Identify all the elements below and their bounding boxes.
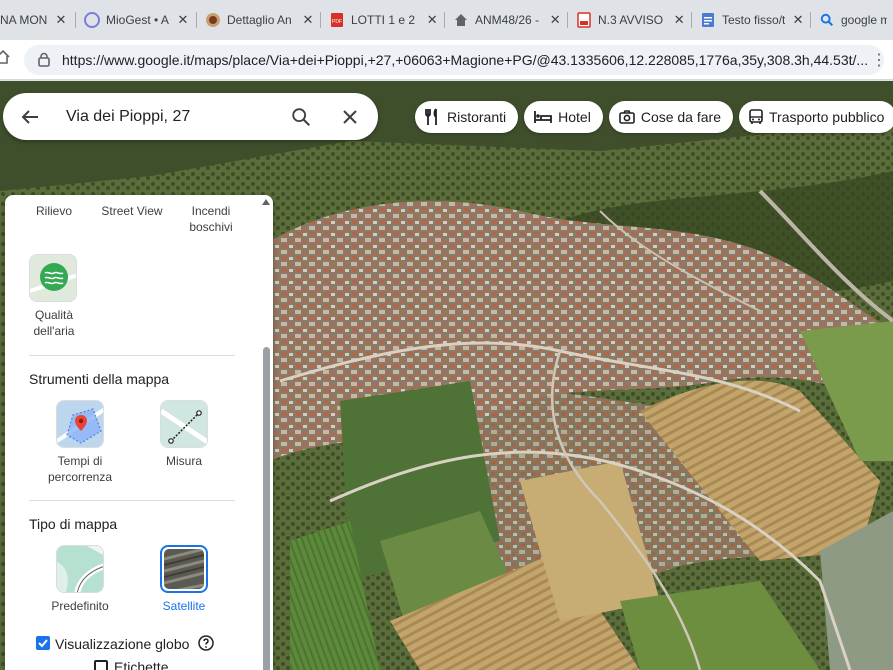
url-field[interactable]: https://www.google.it/maps/place/Via+dei… bbox=[24, 44, 884, 75]
search-input[interactable]: Via dei Pioppi, 27 bbox=[66, 108, 290, 126]
browser-tab[interactable]: NA MON ✕ bbox=[0, 0, 76, 40]
map-type-default-label: Predefinito bbox=[51, 599, 109, 613]
measure-icon bbox=[161, 401, 207, 447]
default-map-icon bbox=[57, 546, 103, 592]
browser-tab[interactable]: Testo fisso/t ✕ bbox=[692, 0, 811, 40]
map-type-default-tile[interactable] bbox=[56, 545, 104, 593]
pdf-icon bbox=[576, 12, 592, 28]
tab-title: ANM48/26 - bbox=[475, 13, 540, 27]
url-text: https://www.google.it/maps/place/Via+dei… bbox=[62, 51, 869, 68]
map-type-satellite-tile[interactable] bbox=[160, 545, 208, 593]
chip-ristoranti[interactable]: Ristoranti bbox=[415, 101, 519, 133]
tab-title: NA MON bbox=[0, 13, 48, 27]
camera-icon bbox=[619, 110, 635, 124]
divider bbox=[29, 355, 235, 356]
close-tab-icon[interactable]: ✕ bbox=[176, 12, 190, 28]
air-quality-icon bbox=[30, 255, 76, 301]
browser-tab[interactable]: N.3 AVVISO ✕ bbox=[568, 0, 692, 40]
labels-label: Etichette bbox=[114, 659, 169, 670]
measure-label: Misura bbox=[165, 454, 202, 468]
travel-time-label: Tempi di percorrenza bbox=[47, 454, 113, 484]
map-type-section-title: Tipo di mappa bbox=[29, 516, 118, 532]
pdf-icon: PDF bbox=[329, 12, 345, 28]
tab-title: Testo fisso/t bbox=[722, 13, 786, 27]
browser-tab[interactable]: ANM48/26 - ✕ bbox=[445, 0, 568, 40]
tools-section-title: Strumenti della mappa bbox=[29, 371, 170, 387]
close-tab-icon[interactable]: ✕ bbox=[425, 12, 439, 28]
search-box[interactable]: Via dei Pioppi, 27 bbox=[3, 93, 378, 140]
tab-title: google m bbox=[841, 13, 887, 27]
address-bar: https://www.google.it/maps/place/Via+dei… bbox=[0, 40, 893, 80]
svg-text:PDF: PDF bbox=[332, 19, 342, 25]
search-icon bbox=[819, 12, 835, 28]
browser-tab[interactable]: google m bbox=[811, 0, 893, 40]
chip-label: Ristoranti bbox=[447, 109, 507, 125]
more-icon[interactable]: ⋮ bbox=[871, 50, 887, 70]
chip-hotel[interactable]: Hotel bbox=[524, 101, 603, 133]
panel-scrollbar[interactable] bbox=[261, 195, 271, 670]
tab-title: LOTTI 1 e 2 I bbox=[351, 13, 420, 27]
layer-street-view-label[interactable]: Street View bbox=[95, 203, 169, 219]
doc-icon bbox=[700, 12, 716, 28]
close-tab-icon[interactable]: ✕ bbox=[549, 12, 563, 28]
miogest-icon bbox=[84, 12, 100, 28]
tab-title: MioGest • A bbox=[106, 13, 169, 27]
chip-label: Trasporto pubblico bbox=[769, 109, 885, 125]
scrollbar-thumb[interactable] bbox=[263, 347, 270, 670]
map-type-satellite-label: Satellite bbox=[162, 599, 206, 613]
bus-icon bbox=[749, 109, 763, 124]
fork-knife-icon bbox=[425, 108, 437, 125]
globe-view-label: Visualizzazione globo bbox=[55, 636, 190, 652]
layers-panel: Rilievo Street View Incendi boschivi Qua… bbox=[5, 195, 273, 670]
air-quality-label: Qualità dell'aria bbox=[33, 308, 75, 338]
divider bbox=[29, 500, 235, 501]
air-quality-tile[interactable] bbox=[29, 254, 77, 302]
site-info-icon[interactable] bbox=[36, 52, 52, 68]
category-chips: Ristoranti Hotel Cose da fare Trasporto … bbox=[415, 101, 893, 133]
tab-strip: NA MON ✕ MioGest • A ✕ Dettaglio An ✕ PD… bbox=[0, 0, 893, 40]
close-tab-icon[interactable]: ✕ bbox=[791, 12, 805, 28]
bed-icon bbox=[534, 111, 553, 123]
chip-trasporto-pubblico[interactable]: Trasporto pubblico bbox=[739, 101, 893, 133]
browser-tab[interactable]: PDF LOTTI 1 e 2 I ✕ bbox=[321, 0, 445, 40]
tab-title: N.3 AVVISO bbox=[598, 13, 664, 27]
close-tab-icon[interactable]: ✕ bbox=[672, 12, 686, 28]
layer-incendi-label[interactable]: Incendi boschivi bbox=[181, 203, 241, 235]
travel-time-icon bbox=[57, 401, 103, 447]
tab-title: Dettaglio An bbox=[227, 13, 292, 27]
measure-tile[interactable] bbox=[160, 400, 208, 448]
browser-tab[interactable]: Dettaglio An ✕ bbox=[197, 0, 321, 40]
satellite-map-icon bbox=[163, 547, 205, 591]
emblem-icon bbox=[205, 12, 221, 28]
help-icon[interactable] bbox=[198, 635, 214, 656]
layer-rilievo-label[interactable]: Rilievo bbox=[23, 203, 85, 219]
globe-view-checkbox[interactable] bbox=[36, 636, 50, 650]
chip-label: Cose da fare bbox=[640, 109, 721, 125]
search-icon[interactable] bbox=[290, 106, 312, 128]
labels-checkbox[interactable] bbox=[94, 660, 108, 670]
close-tab-icon[interactable]: ✕ bbox=[301, 12, 315, 28]
chip-cose-da-fare[interactable]: Cose da fare bbox=[608, 101, 733, 133]
browser-tab[interactable]: MioGest • A ✕ bbox=[76, 0, 197, 40]
close-tab-icon[interactable]: ✕ bbox=[54, 12, 68, 28]
check-icon bbox=[38, 639, 48, 648]
close-icon[interactable] bbox=[340, 107, 360, 127]
chip-label: Hotel bbox=[558, 109, 591, 125]
house-icon bbox=[453, 12, 469, 28]
home-icon[interactable] bbox=[0, 48, 12, 71]
back-arrow-icon[interactable] bbox=[18, 105, 42, 129]
scroll-up-icon[interactable] bbox=[262, 199, 270, 205]
travel-time-tile[interactable] bbox=[56, 400, 104, 448]
